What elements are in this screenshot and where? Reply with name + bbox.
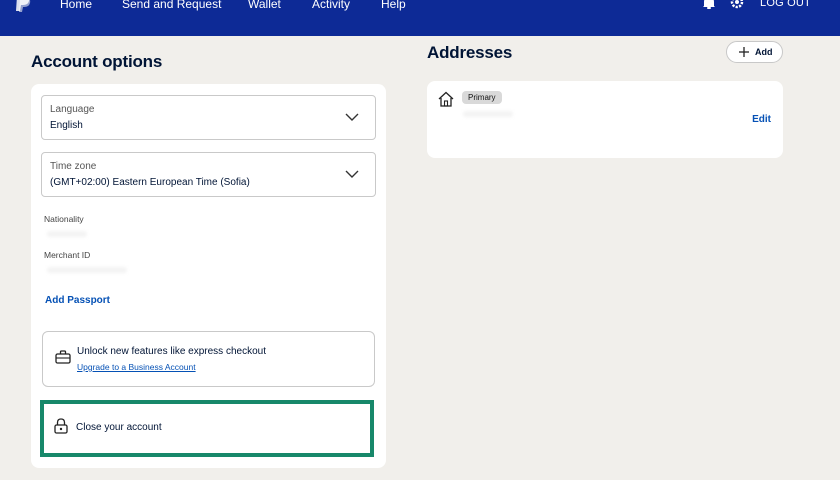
close-account-label: Close your account (76, 422, 162, 433)
paypal-logo-icon[interactable] (14, 0, 32, 12)
language-select[interactable]: Language English (41, 95, 376, 140)
notification-bell-icon[interactable] (702, 0, 716, 9)
home-icon (438, 91, 454, 107)
address-line-redacted (463, 111, 513, 117)
language-value: English (50, 120, 83, 131)
timezone-select[interactable]: Time zone (GMT+02:00) Eastern European T… (41, 152, 376, 197)
chevron-down-icon (345, 170, 359, 178)
language-label: Language (50, 104, 95, 115)
logout-link[interactable]: LOG OUT (760, 0, 811, 10)
primary-address-badge: Primary (462, 91, 502, 104)
account-options-title: Account options (31, 52, 163, 71)
upgrade-business-link[interactable]: Upgrade to a Business Account (77, 362, 196, 372)
timezone-label: Time zone (50, 161, 97, 172)
close-account-button[interactable]: Close your account (40, 400, 374, 457)
upgrade-banner-title: Unlock new features like express checkou… (77, 346, 266, 357)
account-options-card: Language English Time zone (GMT+02:00) E… (31, 84, 386, 468)
edit-address-link[interactable]: Edit (752, 114, 771, 125)
top-nav-bar: Home Send and Request Wallet Activity He… (0, 0, 840, 36)
nav-send-and-request[interactable]: Send and Request (122, 0, 221, 11)
add-passport-link[interactable]: Add Passport (45, 295, 110, 306)
address-card: Primary Edit (427, 81, 783, 158)
timezone-value: (GMT+02:00) Eastern European Time (Sofia… (50, 177, 250, 188)
lock-icon (54, 418, 68, 434)
nav-wallet[interactable]: Wallet (248, 0, 281, 11)
merchant-id-value-redacted (47, 267, 127, 273)
merchant-id-label: Merchant ID (44, 250, 91, 260)
plus-icon (739, 47, 749, 57)
nav-home[interactable]: Home (60, 0, 92, 11)
nationality-label: Nationality (44, 214, 84, 224)
briefcase-icon (55, 350, 71, 364)
nav-activity[interactable]: Activity (312, 0, 350, 11)
upgrade-business-banner: Unlock new features like express checkou… (42, 331, 375, 387)
addresses-title: Addresses (427, 43, 513, 62)
add-address-label: Add (755, 47, 773, 57)
nav-help[interactable]: Help (381, 0, 406, 11)
nationality-value-redacted (47, 231, 87, 237)
chevron-down-icon (345, 113, 359, 121)
add-address-button[interactable]: Add (726, 41, 783, 63)
settings-gear-icon[interactable] (729, 0, 745, 10)
